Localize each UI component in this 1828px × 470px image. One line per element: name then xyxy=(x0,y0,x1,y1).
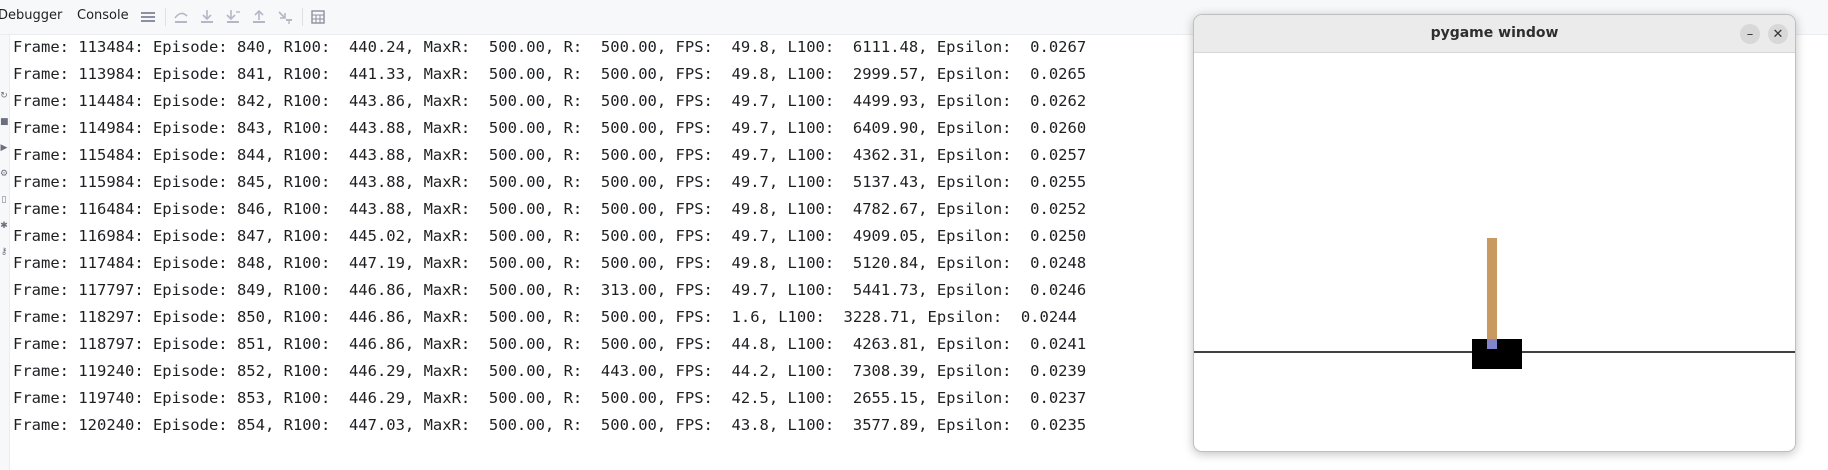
console-line: Frame: 117797: Episode: 849, R100: 446.8… xyxy=(13,281,1087,299)
cartpole-canvas xyxy=(1194,53,1795,451)
step-into-icon[interactable] xyxy=(197,7,217,27)
run-to-cursor-icon[interactable] xyxy=(275,7,295,27)
restore-layout-icon[interactable]: ▯ xyxy=(0,195,8,207)
debug-icon[interactable]: ▶ xyxy=(0,143,8,155)
console-line: Frame: 116984: Episode: 847, R100: 445.0… xyxy=(13,227,1087,245)
settings-icon[interactable]: ⚙ xyxy=(0,169,8,181)
tab-console[interactable]: Console xyxy=(77,8,129,23)
console-line: Frame: 115484: Episode: 844, R100: 443.8… xyxy=(13,146,1087,164)
window-titlebar[interactable]: pygame window – ✕ xyxy=(1194,15,1795,53)
console-line: Frame: 119740: Episode: 853, R100: 446.2… xyxy=(13,389,1087,407)
close-button[interactable]: ✕ xyxy=(1768,24,1788,44)
console-line: Frame: 113484: Episode: 840, R100: 440.2… xyxy=(13,38,1087,56)
toolbar-divider xyxy=(165,8,166,26)
menu-icon[interactable] xyxy=(138,7,158,27)
rerun-icon[interactable]: ↻ xyxy=(0,91,8,103)
window-title: pygame window xyxy=(1430,25,1559,41)
toolbar-divider xyxy=(302,8,303,26)
console-line: Frame: 119240: Episode: 852, R100: 446.2… xyxy=(13,362,1087,380)
console-line: Frame: 114484: Episode: 842, R100: 443.8… xyxy=(13,92,1087,110)
evaluate-expression-icon[interactable] xyxy=(308,7,328,27)
pole xyxy=(1487,238,1497,352)
console-line: Frame: 116484: Episode: 846, R100: 443.8… xyxy=(13,200,1087,218)
stop-icon[interactable]: ■ xyxy=(0,117,9,129)
console-line: Frame: 117484: Episode: 848, R100: 447.1… xyxy=(13,254,1087,272)
console-line: Frame: 118797: Episode: 851, R100: 446.8… xyxy=(13,335,1087,353)
minimize-button[interactable]: – xyxy=(1740,24,1760,44)
step-over-icon[interactable] xyxy=(171,7,191,27)
console-line: Frame: 113984: Episode: 841, R100: 441.3… xyxy=(13,65,1087,83)
console-line: Frame: 118297: Episode: 850, R100: 446.8… xyxy=(13,308,1077,326)
key-icon[interactable]: ⚷ xyxy=(0,247,8,259)
console-line: Frame: 115984: Episode: 845, R100: 443.8… xyxy=(13,173,1087,191)
tab-debugger[interactable]: Debugger xyxy=(0,8,62,23)
console-line: Frame: 114984: Episode: 843, R100: 443.8… xyxy=(13,119,1087,137)
step-out-icon[interactable] xyxy=(249,7,269,27)
cartpole-scene xyxy=(1194,238,1795,369)
console-line: Frame: 120240: Episode: 854, R100: 447.0… xyxy=(13,416,1087,434)
axle xyxy=(1487,339,1497,349)
step-into-my-code-icon[interactable] xyxy=(223,7,243,27)
close-icon: ✕ xyxy=(1772,26,1784,42)
minimize-icon: – xyxy=(1746,26,1754,42)
bug-icon[interactable]: ✱ xyxy=(0,221,8,233)
pygame-window[interactable]: pygame window – ✕ xyxy=(1193,14,1796,452)
debug-side-toolbar: ↻ ■ ▶ ⚙ ▯ ✱ ⚷ xyxy=(0,35,10,470)
